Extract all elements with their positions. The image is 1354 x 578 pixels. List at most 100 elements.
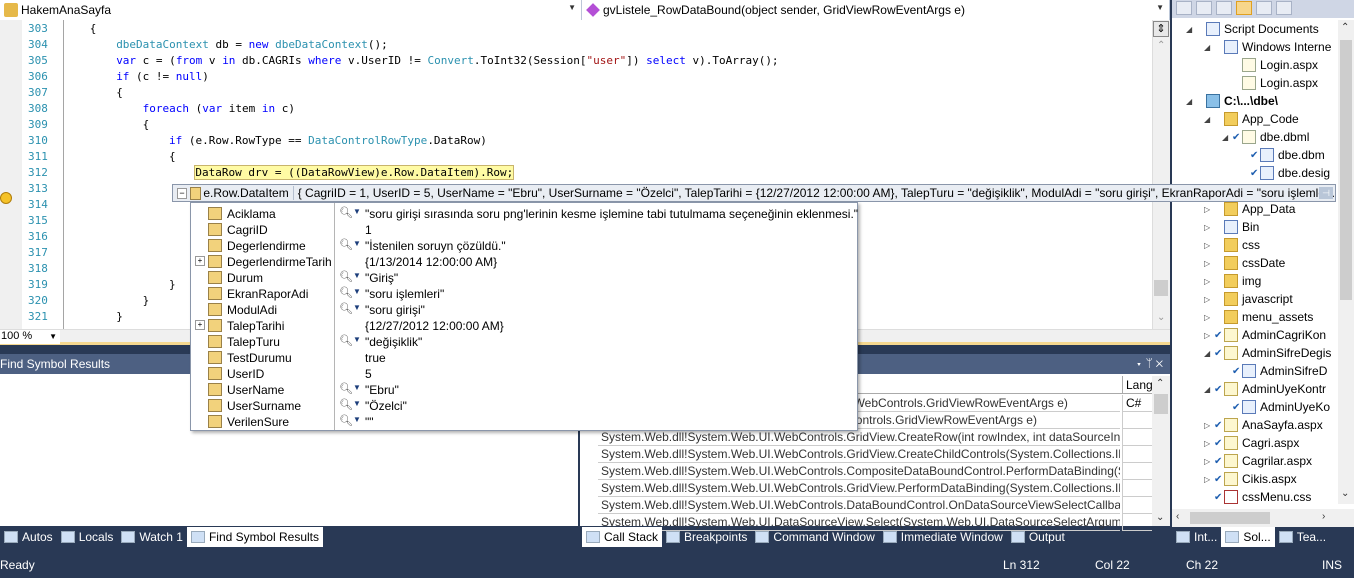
- expanded-icon[interactable]: ◢: [1204, 115, 1214, 124]
- datatip-member-row[interactable]: TestDurumu true: [191, 350, 857, 366]
- solution-explorer-vertical-scrollbar[interactable]: ⌃ ⌄: [1338, 20, 1354, 504]
- datatip-member-row[interactable]: TalepTuru 🔍︎ ▼ "değişiklik": [191, 334, 857, 350]
- member-value[interactable]: "İstenilen soruyn çözüldü.": [365, 239, 506, 253]
- tab-call-stack[interactable]: Call Stack: [582, 527, 663, 547]
- member-value[interactable]: "soru işlemleri": [365, 287, 444, 301]
- code-line[interactable]: {: [90, 22, 97, 35]
- solution-tree-item[interactable]: ▷ ✔ Cikis.aspx: [1204, 470, 1297, 488]
- solution-tree-item[interactable]: ◢ C:\...\dbe\: [1186, 92, 1278, 110]
- code-line[interactable]: var c = (from v in db.CAGRIs where v.Use…: [116, 54, 778, 67]
- member-value[interactable]: "Ebru": [365, 383, 399, 397]
- call-stack-row[interactable]: System.Web.dll!System.Web.UI.WebControls…: [598, 429, 1120, 446]
- collapsed-icon[interactable]: ▷: [1204, 205, 1214, 214]
- call-stack-row[interactable]: System.Web.dll!System.Web.UI.WebControls…: [598, 497, 1120, 514]
- zoom-combo[interactable]: 100 % ▼: [0, 330, 60, 344]
- collapsed-icon[interactable]: ▷: [1204, 313, 1214, 322]
- visualizer-dropdown-icon[interactable]: ▼: [353, 287, 361, 296]
- solution-tree-item[interactable]: ▷ css: [1204, 236, 1260, 254]
- visualizer-dropdown-icon[interactable]: ▼: [353, 239, 361, 248]
- call-stack-scrollbar[interactable]: ⌃ ⌄: [1152, 376, 1170, 526]
- expanded-icon[interactable]: ◢: [1186, 97, 1196, 106]
- refresh-icon[interactable]: [1216, 1, 1232, 15]
- code-line[interactable]: dbeDataContext db = new dbeDataContext()…: [116, 38, 388, 51]
- solution-tree-item[interactable]: ▷ cssDate: [1204, 254, 1285, 272]
- expand-icon[interactable]: +: [195, 320, 205, 330]
- member-value[interactable]: 1: [365, 223, 372, 237]
- scroll-thumb[interactable]: [1190, 512, 1270, 524]
- member-value[interactable]: "Özelci": [365, 399, 407, 413]
- code-line[interactable]: }: [116, 310, 123, 323]
- method-combo[interactable]: gvListele_RowDataBound(object sender, Gr…: [582, 0, 1170, 20]
- nest-related-files-icon[interactable]: [1236, 1, 1252, 15]
- code-line[interactable]: {: [116, 86, 123, 99]
- datatip-member-row[interactable]: Durum 🔍︎ ▼ "Giriş": [191, 270, 857, 286]
- scroll-left-icon[interactable]: ‹: [1176, 511, 1179, 522]
- datatip-member-row[interactable]: ModulAdi 🔍︎ ▼ "soru girişi": [191, 302, 857, 318]
- datatip-member-row[interactable]: CagriID 1: [191, 222, 857, 238]
- text-visualizer-icon[interactable]: 🔍︎: [339, 414, 353, 427]
- datatip-member-row[interactable]: Degerlendirme 🔍︎ ▼ "İstenilen soruyn çözüld…: [191, 238, 857, 254]
- tab-int[interactable]: Int...: [1172, 527, 1221, 547]
- code-line[interactable]: {: [143, 118, 150, 131]
- datatip-member-row[interactable]: UserID 5: [191, 366, 857, 382]
- window-position-icon[interactable]: ▾: [1135, 356, 1145, 370]
- solution-tree-item[interactable]: ✔ AdminUyeKo: [1222, 398, 1330, 416]
- scroll-down-icon[interactable]: ⌄: [1157, 312, 1165, 323]
- column-header-lang[interactable]: Lang: [1122, 376, 1153, 394]
- show-all-files-icon[interactable]: [1196, 1, 1212, 15]
- pin-datatip-icon[interactable]: ⊣: [1319, 187, 1333, 199]
- text-visualizer-icon[interactable]: 🔍︎: [339, 286, 353, 299]
- solution-tree-item[interactable]: ◢ Windows Interne: [1204, 38, 1331, 56]
- member-value[interactable]: 5: [365, 367, 372, 381]
- call-stack-row[interactable]: System.Web.dll!System.Web.UI.WebControls…: [598, 463, 1120, 480]
- solution-tree-item[interactable]: ◢ ✔ dbe.dbml: [1222, 128, 1309, 146]
- text-visualizer-icon[interactable]: 🔍︎: [339, 302, 353, 315]
- member-value[interactable]: "": [365, 415, 374, 429]
- split-window-icon[interactable]: ⇕: [1153, 21, 1169, 37]
- collapsed-icon[interactable]: ▷: [1204, 295, 1214, 304]
- datatip-member-row[interactable]: UserName 🔍︎ ▼ "Ebru": [191, 382, 857, 398]
- scroll-thumb[interactable]: [1340, 40, 1352, 300]
- collapsed-icon[interactable]: ▷: [1204, 223, 1214, 232]
- close-icon[interactable]: ✕: [1156, 356, 1166, 370]
- tab-output[interactable]: Output: [1007, 527, 1069, 547]
- solution-tree-item[interactable]: Login.aspx: [1222, 56, 1318, 74]
- view-designer-icon[interactable]: [1276, 1, 1292, 15]
- text-visualizer-icon[interactable]: 🔍︎: [339, 238, 353, 251]
- solution-tree-item[interactable]: ▷ Bin: [1204, 218, 1259, 236]
- solution-tree-item[interactable]: ✔ cssMenu.css: [1204, 488, 1311, 506]
- scroll-right-icon[interactable]: ›: [1322, 511, 1325, 522]
- expanded-icon[interactable]: ◢: [1222, 133, 1232, 142]
- visualizer-dropdown-icon[interactable]: ▼: [353, 271, 361, 280]
- code-line[interactable]: {: [169, 150, 176, 163]
- text-visualizer-icon[interactable]: 🔍︎: [339, 382, 353, 395]
- editor-vertical-scrollbar[interactable]: ⇕ ⌃ ⌄: [1152, 20, 1170, 329]
- visualizer-dropdown-icon[interactable]: ▼: [353, 415, 361, 424]
- class-combo[interactable]: HakemAnaSayfa ▼: [0, 0, 582, 20]
- solution-tree-item[interactable]: ▷ ✔ AdminCagriKon: [1204, 326, 1326, 344]
- properties-icon[interactable]: [1176, 1, 1192, 15]
- datatip-member-row[interactable]: VerilenSure 🔍︎ ▼ "": [191, 414, 857, 430]
- solution-tree-item[interactable]: ▷ javascript: [1204, 290, 1293, 308]
- member-value[interactable]: "soru girişi sırasında soru png'lerinin …: [365, 207, 858, 221]
- code-line[interactable]: }: [169, 278, 176, 291]
- solution-tree-item[interactable]: ▷ ✔ Cagri.aspx: [1204, 434, 1299, 452]
- visualizer-dropdown-icon[interactable]: ▼: [353, 207, 361, 216]
- datatip-member-row[interactable]: + DegerlendirmeTarih {1/13/2014 12:00:00 A…: [191, 254, 857, 270]
- collapsed-icon[interactable]: ▷: [1204, 241, 1214, 250]
- collapsed-icon[interactable]: ▷: [1204, 457, 1214, 466]
- solution-tree-item[interactable]: ◢ ✔ AdminSifreDegis: [1204, 344, 1331, 362]
- scroll-down-icon[interactable]: ⌄: [1341, 488, 1349, 499]
- call-stack-row[interactable]: System.Web.dll!System.Web.UI.WebControls…: [598, 480, 1120, 497]
- collapsed-icon[interactable]: ▷: [1204, 439, 1214, 448]
- solution-tree-item[interactable]: Login.aspx: [1222, 74, 1318, 92]
- collapsed-icon[interactable]: ▷: [1204, 331, 1214, 340]
- tab-locals[interactable]: Locals: [57, 527, 118, 547]
- collapsed-icon[interactable]: ▷: [1204, 277, 1214, 286]
- member-value[interactable]: {12/27/2012 12:00:00 AM}: [365, 319, 504, 333]
- expanded-icon[interactable]: ◢: [1204, 43, 1214, 52]
- scroll-thumb[interactable]: [1154, 280, 1168, 296]
- tab-sol[interactable]: Sol...: [1221, 527, 1275, 547]
- solution-tree-item[interactable]: ▷ img: [1204, 272, 1261, 290]
- solution-tree-item[interactable]: ✔ AdminSifreD: [1222, 362, 1327, 380]
